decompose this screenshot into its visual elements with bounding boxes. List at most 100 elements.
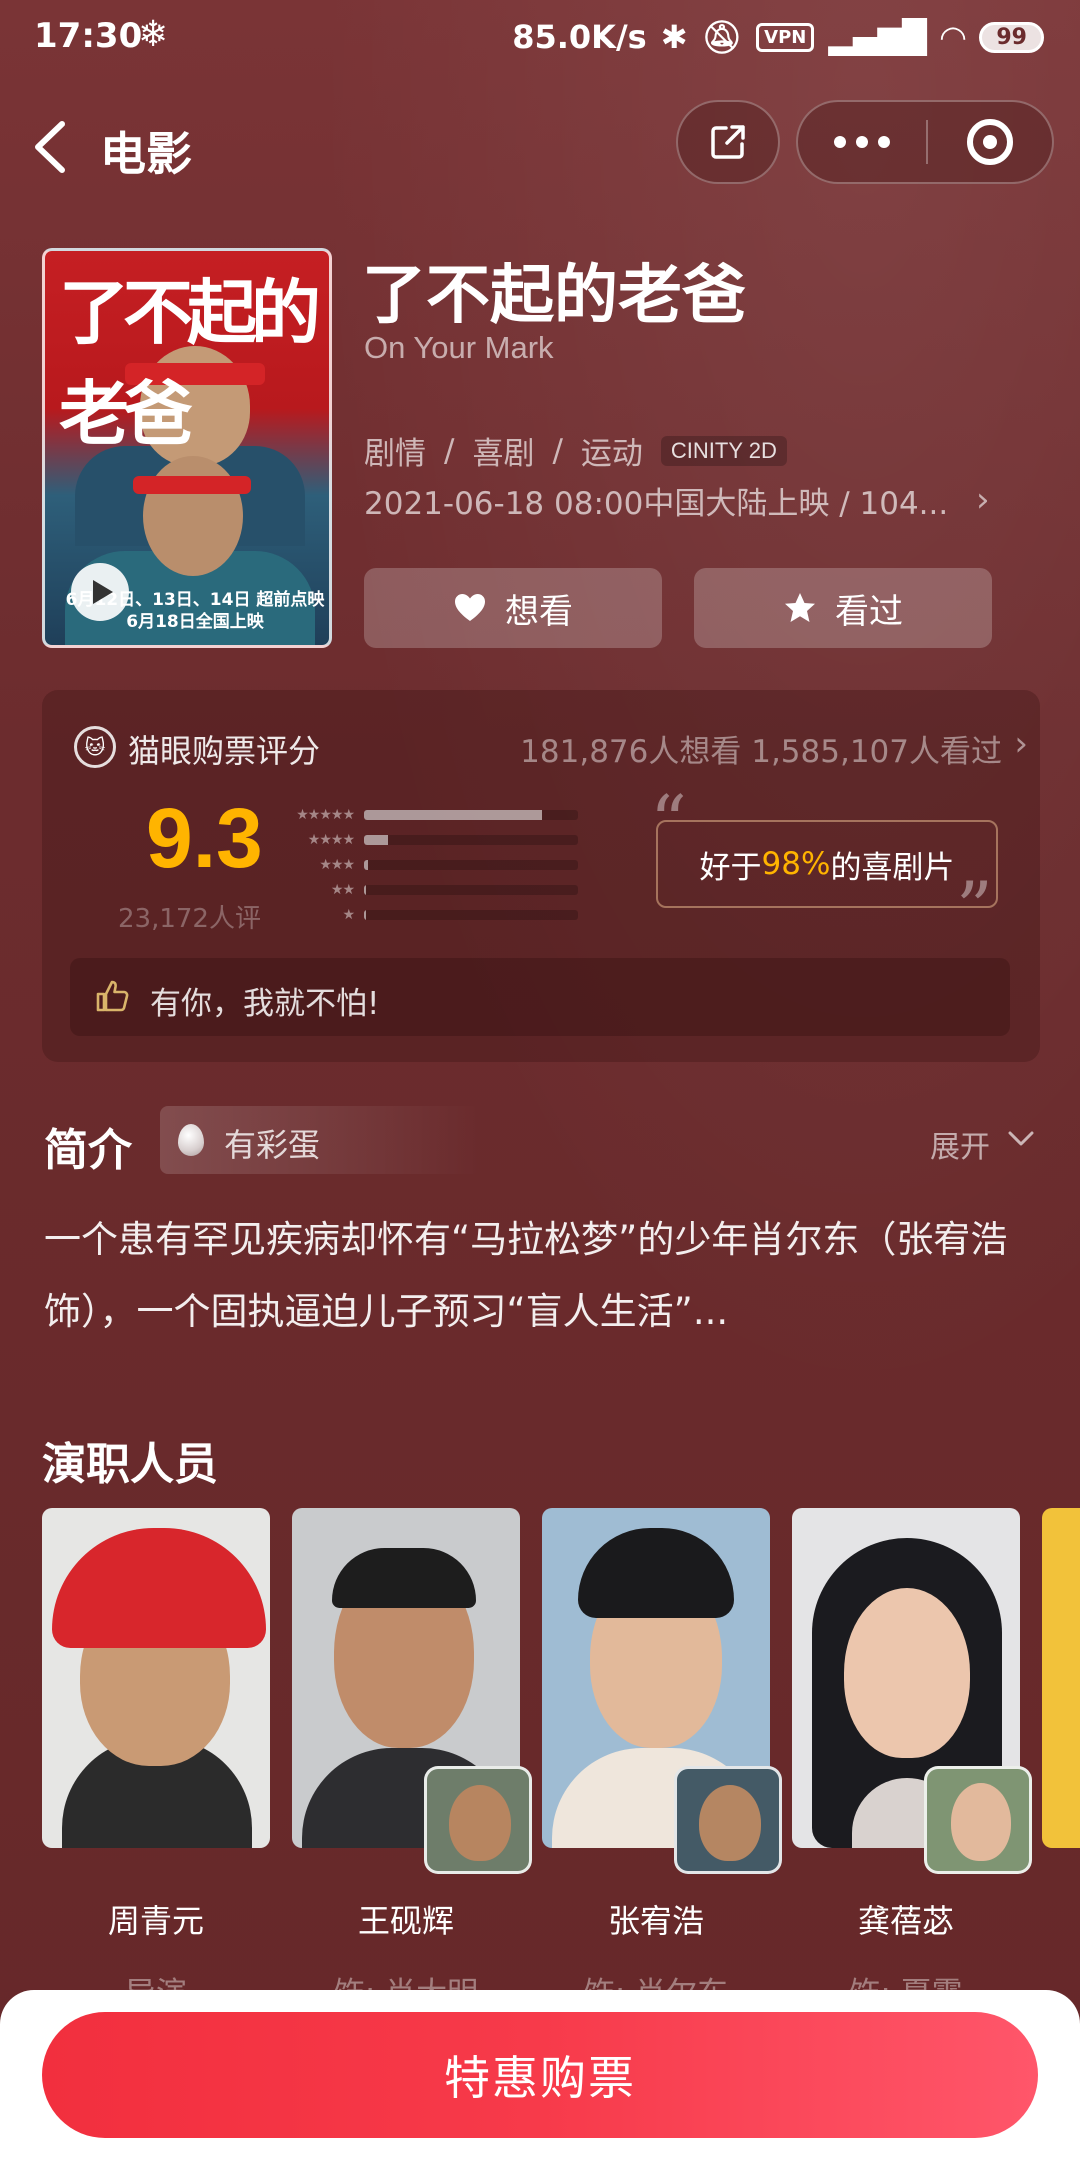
quote-percent: 98% [761,846,831,882]
signal-icon: ▂▄▆█ [828,18,927,56]
more-options-icon[interactable] [798,136,926,148]
character-thumbnail [674,1766,782,1874]
rating-score: 9.3 [146,791,263,885]
cast-card[interactable]: 龚蓓苾 饰: 夏露 [792,1508,1032,2013]
status-time: 17:30 [34,16,143,56]
seen-label: 看过 [835,591,903,632]
rating-count: 23,172人评 [118,904,261,934]
cast-card[interactable]: 王砚辉 饰: 肖大明 [292,1508,532,2013]
close-miniprogram-button[interactable] [928,119,1052,165]
cast-card[interactable]: 周青元 导演 [42,1508,270,2013]
genre-line: 剧情 / 喜剧 / 运动 CINITY 2D [364,428,787,473]
egg-icon [178,1124,204,1156]
audience-stats[interactable]: 181,876人想看 1,585,107人看过 [520,726,1002,771]
star-level: ★★ [330,881,355,898]
distribution-track [364,859,578,870]
genre-tag: 喜剧 [472,436,535,472]
wifi-icon: ◠ [940,18,966,56]
back-arrow-icon[interactable] [30,118,70,176]
heart-icon [455,594,485,621]
format-badge: CINITY 2D [660,435,787,466]
distribution-row: ★★★ [278,852,578,877]
photo-figure [844,1588,970,1758]
distribution-track [364,834,578,845]
cast-photo [792,1508,1032,1874]
cast-card-partial[interactable] [1042,1508,1080,1848]
buy-ticket-button[interactable]: 特惠购票 [42,2012,1038,2138]
chevron-right-icon[interactable]: › [1014,724,1028,764]
quote-prefix: 好于 [699,849,762,886]
genre-tag: 运动 [580,436,643,472]
distribution-row: ★★★★★ [278,802,578,827]
target-icon [967,119,1013,165]
bell-muted-icon: 🔕︎ [701,18,743,56]
star-level: ★★★★★ [296,806,355,823]
star-level: ★★★ [319,856,355,873]
quote-close-icon: ” [956,866,993,950]
poster-figure [143,456,243,576]
cast-card[interactable]: 张宥浩 饰: 肖尔东 [542,1508,782,2013]
star-level: ★ [342,906,355,923]
chevron-right-icon[interactable]: › [976,480,990,520]
want-to-watch-button[interactable]: 想看 [364,568,662,648]
character-thumbnail [424,1766,532,1874]
cast-name: 周青元 [107,1902,204,1940]
photo-figure [578,1528,734,1618]
photo-figure [699,1785,761,1861]
poster-figure [133,476,251,494]
thumbs-up-icon [96,980,129,1012]
distribution-bar [364,859,369,870]
distribution-bar [364,834,388,845]
cast-photo [292,1508,532,1874]
nav-title: 电影 [100,127,192,181]
photo-figure [332,1548,476,1608]
cast-name: 王砚辉 [357,1902,454,1940]
cast-heading: 演职人员 [42,1439,218,1490]
miniprogram-capsule [796,100,1054,184]
distribution-track [364,809,578,820]
distribution-row: ★ [278,902,578,927]
distribution-row: ★★ [278,877,578,902]
rating-source-label: 猫眼购票评分 [128,732,321,770]
share-icon [711,125,745,159]
movie-title-english: On Your Mark [364,330,554,365]
movie-title: 了不起的老爸 [362,259,746,333]
battery-indicator: 99 [979,21,1044,53]
genre-tag: 剧情 [364,436,426,472]
watched-button[interactable]: 看过 [694,568,992,648]
character-thumbnail [924,1766,1032,1874]
poster-title: 了不起的老爸 [59,271,321,455]
review-text: 有你，我就不怕! [150,986,380,1022]
cast-photo [42,1508,270,1848]
expand-button[interactable]: 展开 [930,1122,990,1166]
play-trailer-button[interactable] [71,563,129,621]
maoyan-cat-icon: 🐱︎ [74,726,116,768]
intro-heading: 简介 [44,1125,132,1176]
synopsis-text[interactable]: 一个患有罕见疾病却怀有“马拉松梦”的少年肖尔东（张宥浩 饰），一个固执逼迫儿子预… [44,1204,1044,1348]
photo-figure [449,1785,511,1861]
status-indicators: 85.0K/s ✱ 🔕︎ VPN ▂▄▆█ ◠ 99 [512,18,1044,56]
want-label: 想看 [505,591,573,632]
movie-poster[interactable]: 了不起的老爸 6月12日、13日、14日 超前点映 6月18日全国上映 [42,248,332,648]
star-icon [785,593,815,622]
network-speed: 85.0K/s [512,18,647,56]
snowflake-icon: ❄ [138,14,169,55]
photo-figure [951,1783,1011,1861]
bluetooth-icon: ✱ [660,18,688,56]
genre-separator: / [552,432,563,469]
comparison-badge: 好于 98% 的喜剧片 [656,820,998,908]
distribution-track [364,909,578,920]
star-level: ★★★★ [307,831,355,848]
vpn-badge: VPN [756,22,815,52]
distribution-row: ★★★★ [278,827,578,852]
chevron-down-icon[interactable] [1006,1124,1036,1154]
genre-separator: / [444,432,455,469]
rating-distribution: ★★★★★ ★★★★ ★★★ ★★ ★ [278,802,578,927]
release-info[interactable]: 2021-06-18 08:00中国大陆上映 / 104... [364,478,948,523]
cast-name: 龚蓓苾 [857,1902,954,1940]
photo-figure [52,1528,266,1648]
distribution-bar [364,909,367,920]
easter-egg-label: 有彩蛋 [224,1126,321,1164]
share-button[interactable] [676,100,780,184]
distribution-bar [364,809,542,820]
